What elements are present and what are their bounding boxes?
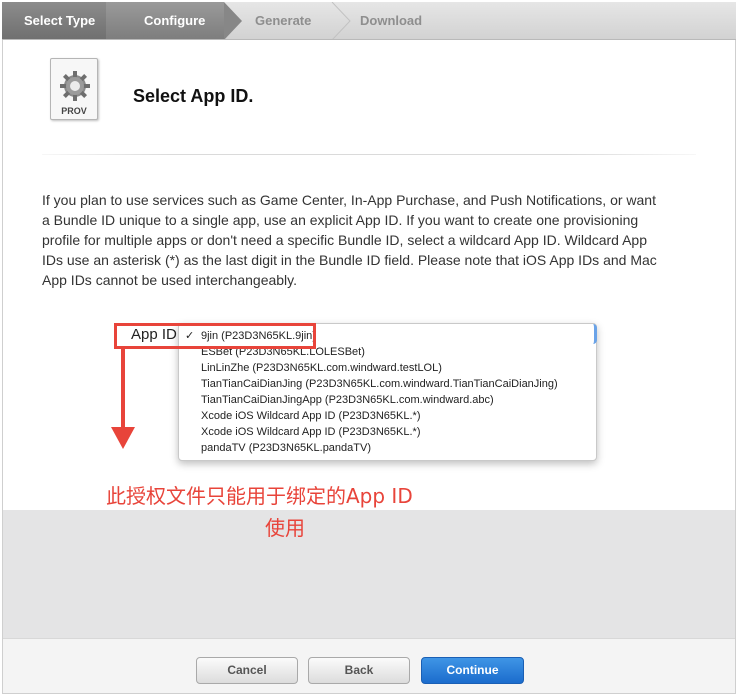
step-separator-icon	[331, 2, 351, 39]
annotation-highlight-box	[114, 323, 316, 349]
continue-button[interactable]: Continue	[421, 657, 524, 684]
back-button[interactable]: Back	[308, 657, 410, 684]
gear-icon	[60, 71, 90, 101]
annotation-arrow-shaft	[121, 349, 125, 429]
app-id-option[interactable]: Xcode iOS Wildcard App ID (P23D3N65KL.*)	[201, 408, 421, 424]
description-text: If you plan to use services such as Game…	[42, 192, 657, 288]
annotation-line-2: 使用	[265, 516, 305, 540]
annotation-text: 此授权文件只能用于绑定的App ID 使用	[106, 480, 466, 544]
app-id-option[interactable]: pandaTV (P23D3N65KL.pandaTV)	[201, 440, 371, 456]
step-download: Download	[360, 13, 423, 28]
cancel-button[interactable]: Cancel	[196, 657, 298, 684]
app-id-option[interactable]: TianTianCaiDianJingApp (P23D3N65KL.com.w…	[201, 392, 494, 408]
step-select-type: Select Type	[2, 2, 106, 39]
annotation-line-1: 此授权文件只能用于绑定的App ID	[106, 484, 413, 508]
step-arrow	[224, 2, 242, 39]
step-bar: Select Type Configure Generate Download	[2, 2, 736, 40]
app-id-option[interactable]: LinLinZhe (P23D3N65KL.com.windward.testL…	[201, 360, 442, 376]
prov-label: PROV	[61, 106, 87, 116]
select-focus-ring	[590, 324, 597, 344]
annotation-arrow-icon	[111, 427, 135, 449]
app-id-option[interactable]: TianTianCaiDianJing (P23D3N65KL.com.wind…	[201, 376, 558, 392]
step-configure: Configure	[106, 2, 224, 39]
page-title: Select App ID.	[133, 86, 254, 106]
app-id-option[interactable]: Xcode iOS Wildcard App ID (P23D3N65KL.*)	[201, 424, 421, 440]
step-generate: Generate	[255, 13, 312, 28]
divider	[42, 154, 696, 155]
provisioning-profile-icon: PROV	[50, 58, 98, 120]
